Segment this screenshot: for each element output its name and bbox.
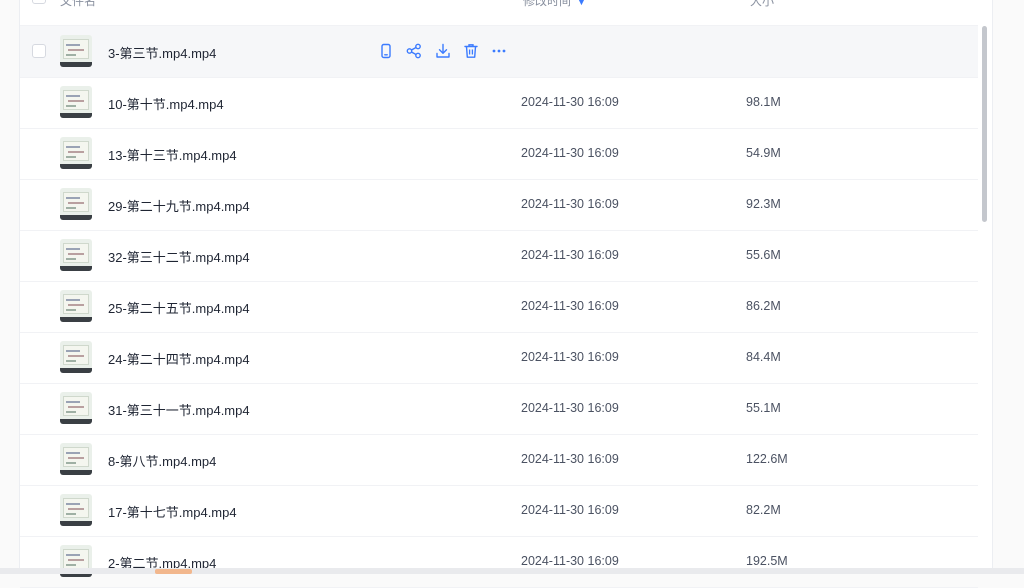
video-thumbnail [60,35,92,67]
file-name[interactable]: 29-第二十九节.mp4.mp4 [108,196,250,215]
column-header-size[interactable]: 大小 [750,0,774,9]
column-header-modified[interactable]: 修改时间 ▼ [523,0,586,9]
file-size: 84.4M [746,350,781,364]
mobile-icon[interactable] [377,42,395,60]
table-row[interactable]: 13-第十三节.mp4.mp4 2024-11-30 16:09 54.9M [20,128,978,180]
file-name[interactable]: 10-第十节.mp4.mp4 [108,94,224,113]
table-row[interactable]: 17-第十七节.mp4.mp4 2024-11-30 16:09 82.2M [20,485,978,537]
file-size: 55.6M [746,248,781,262]
video-thumbnail [60,239,92,271]
modified-time: 2024-11-30 16:09 [521,197,619,211]
file-size: 55.1M [746,401,781,415]
share-icon[interactable] [405,42,423,60]
video-thumbnail [60,86,92,118]
file-size: 122.6M [746,452,788,466]
video-thumbnail [60,188,92,220]
video-thumbnail [60,443,92,475]
modified-time: 2024-11-30 16:09 [521,401,619,415]
table-row[interactable]: 24-第二十四节.mp4.mp4 2024-11-30 16:09 84.4M [20,332,978,384]
file-size: 82.2M [746,503,781,517]
file-name[interactable]: 25-第二十五节.mp4.mp4 [108,298,250,317]
file-size: 86.2M [746,299,781,313]
table-row[interactable]: 8-第八节.mp4.mp4 2024-11-30 16:09 122.6M [20,434,978,486]
video-thumbnail [60,341,92,373]
video-thumbnail [60,494,92,526]
table-row[interactable]: 2-第二节.mp4.mp4 2024-11-30 16:09 192.5M [20,536,978,588]
file-size: 92.3M [746,197,781,211]
download-icon[interactable] [434,42,452,60]
modified-time: 2024-11-30 16:09 [521,95,619,109]
file-name[interactable]: 24-第二十四节.mp4.mp4 [108,349,250,368]
modified-time: 2024-11-30 16:09 [521,299,619,313]
file-size: 98.1M [746,95,781,109]
file-size: 54.9M [746,146,781,160]
delete-icon[interactable] [462,42,480,60]
vertical-scrollbar-thumb[interactable] [982,26,987,222]
file-list-panel: 文件名 修改时间 ▼ 大小 3-第三节.mp4.mp4 10-第十节.mp4.m… [19,0,993,588]
table-row[interactable]: 31-第三十一节.mp4.mp4 2024-11-30 16:09 55.1M [20,383,978,435]
more-icon[interactable] [490,42,508,60]
file-size: 192.5M [746,554,788,568]
table-row[interactable]: 3-第三节.mp4.mp4 [20,26,978,78]
modified-time: 2024-11-30 16:09 [521,554,619,568]
column-header-name[interactable]: 文件名 [60,0,96,9]
horizontal-scrollbar-thumb[interactable] [155,569,192,574]
table-row[interactable]: 10-第十节.mp4.mp4 2024-11-30 16:09 98.1M [20,77,978,129]
file-name[interactable]: 8-第八节.mp4.mp4 [108,451,216,470]
file-list-header: 文件名 修改时间 ▼ 大小 [20,0,978,26]
modified-time: 2024-11-30 16:09 [521,503,619,517]
table-row[interactable]: 32-第三十二节.mp4.mp4 2024-11-30 16:09 55.6M [20,230,978,282]
select-all-checkbox[interactable] [32,0,46,4]
video-thumbnail [60,137,92,169]
modified-time: 2024-11-30 16:09 [521,350,619,364]
video-thumbnail [60,290,92,322]
modified-time: 2024-11-30 16:09 [521,248,619,262]
file-name[interactable]: 31-第三十一节.mp4.mp4 [108,400,250,419]
file-name[interactable]: 3-第三节.mp4.mp4 [108,43,216,62]
file-name[interactable]: 32-第三十二节.mp4.mp4 [108,247,250,266]
horizontal-scrollbar-track[interactable] [0,568,1024,574]
file-name[interactable]: 13-第十三节.mp4.mp4 [108,145,237,164]
column-header-modified-label: 修改时间 [523,0,572,8]
modified-time: 2024-11-30 16:09 [521,146,619,160]
row-checkbox[interactable] [32,44,46,58]
modified-time: 2024-11-30 16:09 [521,452,619,466]
sort-desc-icon[interactable]: ▼ [577,0,586,7]
video-thumbnail [60,392,92,424]
file-name[interactable]: 17-第十七节.mp4.mp4 [108,502,237,521]
table-row[interactable]: 25-第二十五节.mp4.mp4 2024-11-30 16:09 86.2M [20,281,978,333]
table-row[interactable]: 29-第二十九节.mp4.mp4 2024-11-30 16:09 92.3M [20,179,978,231]
